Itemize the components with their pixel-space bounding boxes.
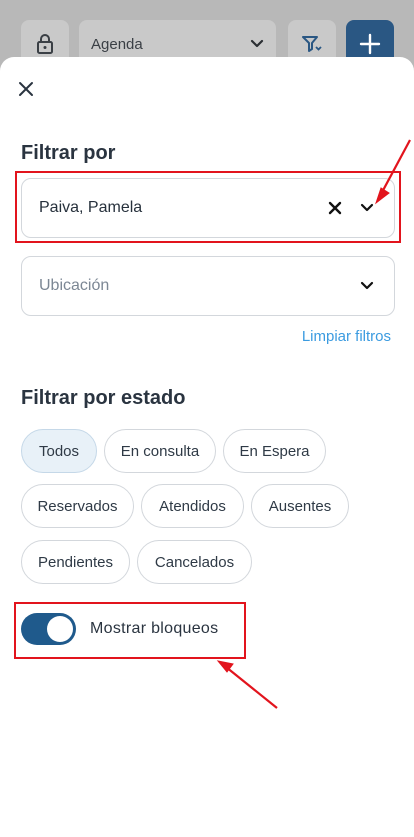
lock-icon [37,34,53,54]
state-chip-en-espera[interactable]: En Espera [223,429,326,473]
state-chip-atendidos[interactable]: Atendidos [141,484,244,528]
clear-filters-link[interactable]: Limpiar filtros [302,328,391,345]
agenda-select-label: Agenda [91,35,143,53]
state-chip-reservados[interactable]: Reservados [21,484,134,528]
state-chip-ausentes[interactable]: Ausentes [251,484,349,528]
filter-title: Filtrar por [21,142,116,164]
state-chip-pendientes[interactable]: Pendientes [21,540,130,584]
close-icon [19,82,33,96]
filter-icon [302,36,322,52]
state-filter-title: Filtrar por estado [21,387,186,409]
close-button[interactable] [14,77,38,101]
state-chip-en-consulta[interactable]: En consulta [104,429,216,473]
state-chip-cancelados[interactable]: Cancelados [137,540,252,584]
annotation-box-toggle [14,602,246,659]
chevron-down-icon [360,281,374,290]
location-select[interactable]: Ubicación [21,256,395,316]
location-placeholder: Ubicación [39,277,110,294]
annotation-box-professional [15,171,401,243]
state-chip-todos[interactable]: Todos [21,429,97,473]
plus-icon [359,33,381,55]
location-dropdown-toggle[interactable] [356,275,378,297]
chevron-down-icon [250,39,264,48]
